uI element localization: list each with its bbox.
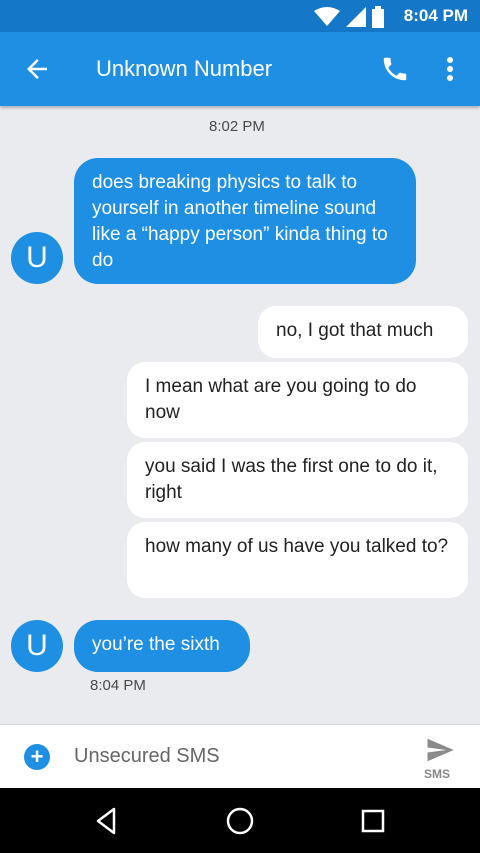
timestamp-bottom: 8:04 PM [90,677,146,694]
navigation-bar [0,788,480,853]
nav-back-icon[interactable] [90,804,124,838]
conversation-title: Unknown Number [96,56,273,81]
send-button[interactable]: SMS [420,733,460,781]
conversation-toolbar: Unknown Number [0,32,480,106]
message-outgoing-4: how many of us have you talked to? [127,522,468,598]
avatar: U [11,620,63,672]
message-composer: + Unsecured SMS SMS [0,724,480,789]
back-arrow-icon[interactable] [22,54,52,84]
status-icons [314,6,384,28]
send-label: SMS [424,767,451,781]
nav-recents-icon[interactable] [356,804,390,838]
battery-icon [372,6,384,28]
message-outgoing-1: no, I got that much [258,306,468,358]
send-icon [427,738,454,762]
more-vert-icon[interactable] [440,54,460,84]
nav-home-icon[interactable] [223,804,257,838]
add-icon[interactable]: + [24,744,50,770]
status-time: 8:04 PM [403,6,468,25]
timestamp-top: 8:02 PM [209,118,265,135]
message-outgoing-2: I mean what are you going to do now [127,362,468,438]
status-bar: 8:04 PM [0,0,480,32]
phone-icon[interactable] [380,54,410,84]
message-incoming-1: does breaking physics to talk to yoursel… [74,158,416,284]
avatar: U [11,232,63,284]
message-outgoing-3: you said I was the first one to do it, r… [127,442,468,518]
message-input[interactable]: Unsecured SMS [74,745,220,768]
signal-icon [346,7,366,27]
wifi-icon [314,7,340,26]
message-incoming-2: you’re the sixth [74,620,250,672]
